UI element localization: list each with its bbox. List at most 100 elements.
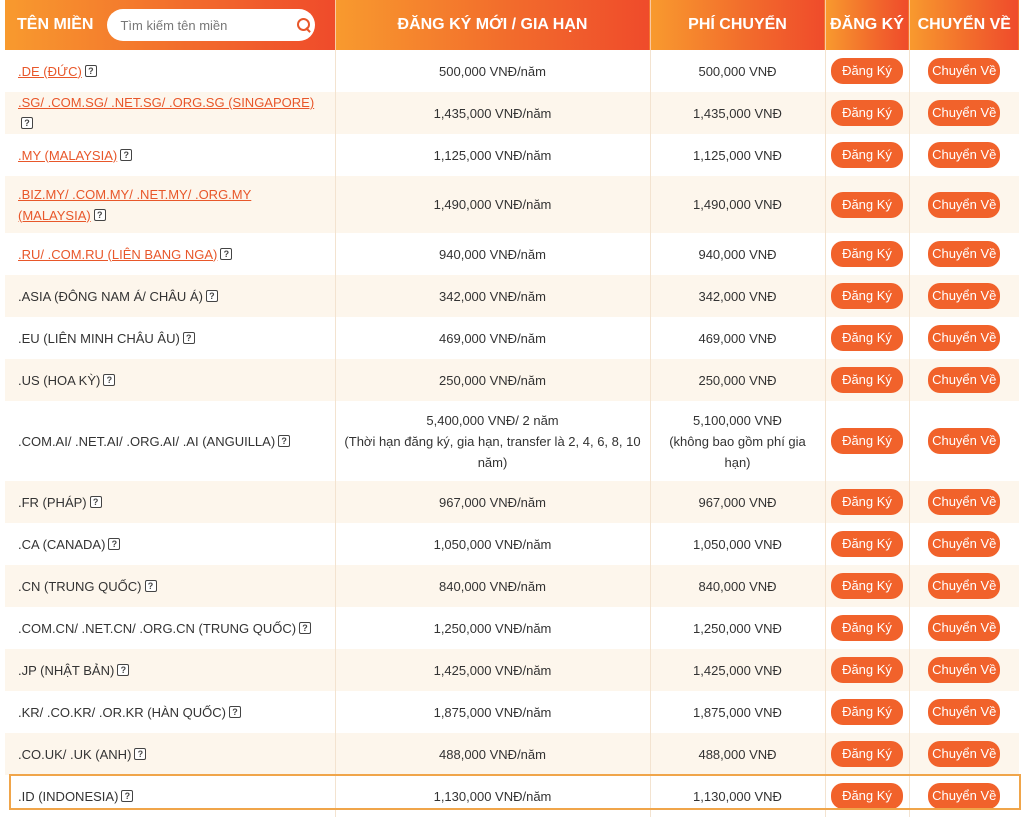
- help-icon[interactable]: ?: [278, 434, 291, 447]
- register-button[interactable]: Đăng Ký: [831, 783, 903, 809]
- help-icon[interactable]: ?: [21, 117, 33, 129]
- transfer-button[interactable]: Chuyển Về: [928, 783, 1001, 809]
- register-button[interactable]: Đăng Ký: [831, 58, 903, 84]
- register-action-cell: Đăng Ký: [825, 275, 910, 317]
- domain-cell: .MY (MALAYSIA)?: [5, 134, 336, 176]
- domain-cell: .RU/ .COM.RU (LIÊN BANG NGA)?: [5, 233, 336, 275]
- register-button[interactable]: Đăng Ký: [831, 615, 903, 641]
- transfer-button[interactable]: Chuyển Về: [928, 428, 1001, 454]
- transfer-button[interactable]: Chuyển Về: [928, 573, 1001, 599]
- register-price-cell: 1,435,000 VNĐ/năm: [335, 92, 651, 134]
- transfer-button[interactable]: Chuyển Về: [928, 367, 1001, 393]
- transfer-fee-cell: 1,250,000 VNĐ: [650, 607, 826, 649]
- transfer-fee-cell: 5,100,000 VNĐ (không bao gồm phí gia hạn): [650, 401, 826, 481]
- help-icon[interactable]: ?: [103, 373, 116, 386]
- register-price: 1,125,000 VNĐ/năm: [433, 147, 552, 163]
- help-icon[interactable]: ?: [220, 247, 233, 260]
- transfer-action-cell: Chuyển Về: [909, 691, 1019, 733]
- help-icon[interactable]: ?: [182, 331, 195, 344]
- table-row: .BIZ.MY/ .COM.MY/ .NET.MY/ .ORG.MY (MALA…: [5, 176, 1019, 233]
- register-button[interactable]: Đăng Ký: [831, 657, 903, 683]
- register-price: 1,250,000 VNĐ/năm: [433, 620, 552, 636]
- transfer-button[interactable]: Chuyển Về: [928, 283, 1001, 309]
- register-button[interactable]: Đăng Ký: [831, 573, 903, 599]
- register-button[interactable]: Đăng Ký: [831, 142, 903, 168]
- transfer-action-cell: Chuyển Về: [909, 565, 1019, 607]
- help-icon[interactable]: ?: [117, 663, 130, 676]
- transfer-fee-cell: 250,000 VNĐ: [650, 359, 826, 401]
- transfer-button[interactable]: Chuyển Về: [928, 241, 1001, 267]
- transfer-button[interactable]: Chuyển Về: [928, 100, 1001, 126]
- search-icon[interactable]: [296, 17, 311, 33]
- register-button[interactable]: Đăng Ký: [831, 489, 903, 515]
- domain-cell: .ASIA (ĐÔNG NAM Á/ CHÂU Á)?: [5, 275, 336, 317]
- transfer-button[interactable]: Chuyển Về: [928, 58, 1001, 84]
- domain-cell: .ID (INDONESIA)?: [5, 775, 336, 817]
- transfer-button[interactable]: Chuyển Về: [928, 531, 1001, 557]
- register-button[interactable]: Đăng Ký: [831, 283, 903, 309]
- register-price-cell: 1,425,000 VNĐ/năm: [335, 649, 651, 691]
- help-icon[interactable]: ?: [121, 789, 134, 802]
- table-row: .FR (PHÁP)? 967,000 VNĐ/năm 967,000 VNĐ Đăn…: [5, 481, 1019, 523]
- register-action-cell: Đăng Ký: [825, 733, 910, 775]
- domain-link[interactable]: .DE (ĐỨC): [18, 64, 82, 79]
- transfer-button[interactable]: Chuyển Về: [928, 741, 1001, 767]
- help-icon[interactable]: ?: [144, 579, 157, 592]
- register-action-cell: Đăng Ký: [825, 176, 910, 233]
- table-row: .ASIA (ĐÔNG NAM Á/ CHÂU Á)? 342,000 VNĐ/n…: [5, 275, 1019, 317]
- register-button[interactable]: Đăng Ký: [831, 191, 903, 218]
- register-button[interactable]: Đăng Ký: [831, 241, 903, 267]
- transfer-fee: 1,490,000 VNĐ: [693, 197, 782, 212]
- transfer-action-cell: Chuyển Về: [909, 92, 1019, 134]
- register-price: 250,000 VNĐ/năm: [439, 372, 546, 388]
- register-action-cell: Đăng Ký: [825, 401, 910, 481]
- register-button[interactable]: Đăng Ký: [831, 531, 903, 557]
- register-action-cell: Đăng Ký: [825, 233, 910, 275]
- help-icon[interactable]: ?: [108, 537, 121, 550]
- domain-name: .ASIA (ĐÔNG NAM Á/ CHÂU Á): [18, 288, 203, 304]
- domain-name: .KR/ .CO.KR/ .OR.KR (HÀN QUỐC): [18, 704, 227, 720]
- register-price: 1,875,000 VNĐ/năm: [433, 704, 552, 720]
- register-button[interactable]: Đăng Ký: [831, 741, 903, 767]
- transfer-button[interactable]: Chuyển Về: [928, 142, 1001, 168]
- transfer-fee: 342,000 VNĐ: [698, 288, 777, 304]
- domain-link[interactable]: .RU/ .COM.RU (LIÊN BANG NGA): [18, 247, 217, 262]
- help-icon[interactable]: ?: [205, 289, 218, 302]
- register-button[interactable]: Đăng Ký: [831, 367, 903, 393]
- domain-cell: .BIZ.MY/ .COM.MY/ .NET.MY/ .ORG.MY (MALA…: [5, 176, 336, 233]
- transfer-button[interactable]: Chuyển Về: [928, 657, 1001, 683]
- domain-link[interactable]: .BIZ.MY/ .COM.MY/ .NET.MY/ .ORG.MY (MALA…: [18, 187, 251, 223]
- domain-search-input[interactable]: [120, 17, 297, 33]
- register-price-cell: 500,000 VNĐ/năm: [335, 50, 651, 92]
- register-button[interactable]: Đăng Ký: [831, 428, 903, 454]
- domain-search-box[interactable]: [107, 9, 316, 41]
- help-icon[interactable]: ?: [93, 208, 106, 221]
- transfer-action-cell: Chuyển Về: [909, 401, 1019, 481]
- domain-link[interactable]: .SG/ .COM.SG/ .NET.SG/ .ORG.SG (SINGAPOR…: [18, 95, 314, 110]
- help-icon[interactable]: ?: [134, 747, 147, 760]
- transfer-fee: 840,000 VNĐ: [698, 578, 777, 594]
- table-row: .SG/ .COM.SG/ .NET.SG/ .ORG.SG (SINGAPOR…: [5, 92, 1019, 134]
- domain-price-table: TÊN MIỀN ĐĂNG KÝ MỚI / GIA HẠN PHÍ CHUYỂ…: [5, 0, 1019, 817]
- transfer-button[interactable]: Chuyển Về: [928, 489, 1001, 515]
- register-button[interactable]: Đăng Ký: [831, 699, 903, 725]
- register-price-cell: 1,130,000 VNĐ/năm: [335, 775, 651, 817]
- domain-link[interactable]: .MY (MALAYSIA): [18, 148, 117, 163]
- domain-name: .CO.UK/ .UK (ANH): [18, 746, 132, 762]
- help-icon[interactable]: ?: [299, 621, 312, 634]
- table-row: .CO.UK/ .UK (ANH)? 488,000 VNĐ/năm 488,000…: [5, 733, 1019, 775]
- help-icon[interactable]: ?: [120, 148, 133, 161]
- register-action-cell: Đăng Ký: [825, 523, 910, 565]
- help-icon[interactable]: ?: [84, 64, 97, 77]
- transfer-button[interactable]: Chuyển Về: [928, 615, 1001, 641]
- register-button[interactable]: Đăng Ký: [831, 325, 903, 351]
- transfer-button[interactable]: Chuyển Về: [928, 699, 1001, 725]
- help-icon[interactable]: ?: [89, 495, 102, 508]
- transfer-action-cell: Chuyển Về: [909, 233, 1019, 275]
- transfer-button[interactable]: Chuyển Về: [928, 191, 1001, 218]
- register-price: 5,400,000 VNĐ/ 2 năm: [426, 412, 559, 428]
- transfer-button[interactable]: Chuyển Về: [928, 325, 1001, 351]
- help-icon[interactable]: ?: [229, 705, 242, 718]
- register-action-cell: Đăng Ký: [825, 775, 910, 817]
- register-button[interactable]: Đăng Ký: [831, 100, 903, 126]
